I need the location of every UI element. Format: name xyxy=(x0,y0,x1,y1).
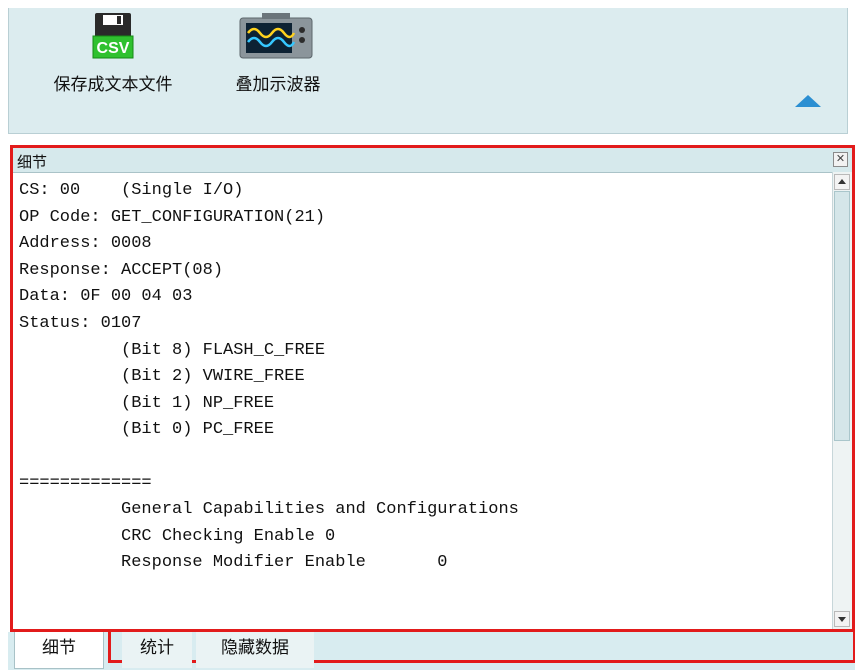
details-text-area[interactable]: CS: 00 (Single I/O) OP Code: GET_CONFIGU… xyxy=(13,172,832,629)
scrollbar-track[interactable] xyxy=(834,441,850,609)
details-content: CS: 00 (Single I/O) OP Code: GET_CONFIGU… xyxy=(19,181,519,573)
toolbar-ribbon: CSV 保存成文本文件 叠加示波器 xyxy=(8,8,848,134)
panel-header: 细节 ✕ xyxy=(13,148,852,173)
tab-details[interactable]: 细节 xyxy=(14,632,104,669)
panel-title: 细节 xyxy=(17,153,48,171)
close-icon[interactable]: ✕ xyxy=(833,152,848,167)
csv-save-icon: CSV xyxy=(91,13,135,64)
overlay-oscilloscope-label: 叠加示波器 xyxy=(235,75,321,95)
details-panel: 细节 ✕ CS: 00 (Single I/O) OP Code: GET_CO… xyxy=(10,145,855,632)
save-as-text-label: 保存成文本文件 xyxy=(53,75,173,95)
svg-text:CSV: CSV xyxy=(97,40,130,57)
bottom-tab-bar: 细节 统计 隐藏数据 xyxy=(8,629,855,670)
save-as-text-button[interactable]: CSV 保存成文本文件 xyxy=(39,12,187,95)
vertical-scrollbar[interactable] xyxy=(832,172,852,629)
tab-statistics[interactable]: 统计 xyxy=(122,632,192,668)
overlay-oscilloscope-button[interactable]: 叠加示波器 xyxy=(222,12,334,95)
scroll-up-button[interactable] xyxy=(834,174,850,190)
tab-hidden-data[interactable]: 隐藏数据 xyxy=(196,632,314,668)
triangle-up-icon[interactable] xyxy=(795,95,821,107)
oscilloscope-icon xyxy=(238,13,318,64)
scrollbar-thumb[interactable] xyxy=(834,191,850,441)
scroll-down-button[interactable] xyxy=(834,611,850,627)
